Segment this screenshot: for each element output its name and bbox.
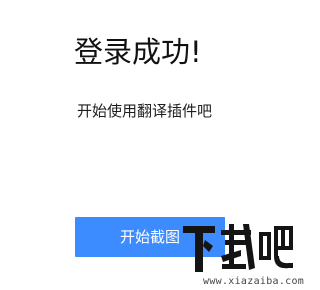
watermark-url: www.xiazaiba.com bbox=[203, 276, 305, 287]
watermark: www.xiazaiba.com bbox=[177, 222, 304, 290]
xiazaiba-logo-icon bbox=[183, 224, 293, 272]
login-success-page: 登录成功! 开始使用翻译插件吧 开始截图 www.xiazaiba.com bbox=[0, 0, 304, 290]
page-title: 登录成功! bbox=[74, 35, 202, 69]
subtitle-message: 开始使用翻译插件吧 bbox=[77, 102, 213, 120]
